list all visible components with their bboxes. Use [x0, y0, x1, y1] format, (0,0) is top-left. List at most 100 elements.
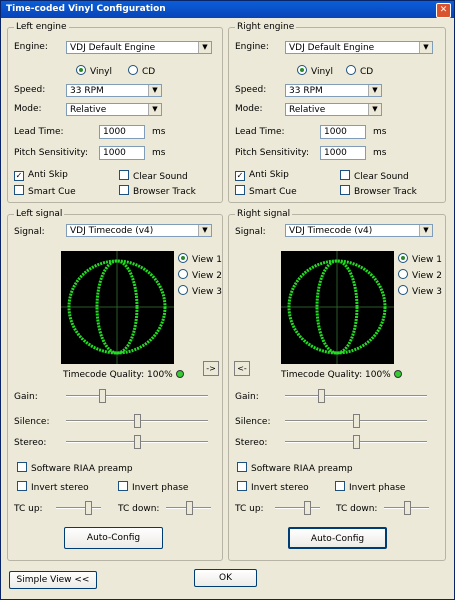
chevron-down-icon[interactable]: ▼ [419, 42, 432, 53]
left-gain-label: Gain: [14, 392, 38, 402]
slider-thumb[interactable] [134, 414, 141, 428]
right-riaa-checkbox[interactable]: Software RIAA preamp [237, 462, 353, 475]
left-lead-time-input[interactable]: 1000 [99, 125, 145, 139]
left-pitch-label: Pitch Sensitivity: [14, 148, 89, 158]
right-invert-phase-checkbox[interactable]: Invert phase [335, 481, 405, 494]
left-view3-radio[interactable]: View 3 [178, 285, 222, 298]
ok-button[interactable]: OK [194, 569, 257, 587]
right-tc-up-slider[interactable] [275, 501, 320, 515]
right-speed-select[interactable]: 33 RPM ▼ [285, 84, 382, 97]
copy-right-to-left-button[interactable]: <- [234, 361, 250, 376]
right-tc-down-slider[interactable] [384, 501, 429, 515]
right-lead-time-label: Lead Time: [235, 127, 285, 137]
right-engine-select[interactable]: VDJ Default Engine ▼ [285, 41, 433, 54]
left-stereo-slider[interactable] [66, 435, 208, 449]
right-smart-cue-checkbox[interactable]: Smart Cue [235, 185, 297, 198]
right-tc-down-label: TC down: [336, 504, 378, 514]
right-silence-label: Silence: [235, 417, 271, 427]
right-view2-label: View 2 [412, 271, 442, 281]
left-view1-label: View 1 [192, 255, 222, 265]
left-timecode-scope [61, 251, 174, 364]
right-speed-value: 33 RPM [289, 86, 323, 96]
left-gain-slider[interactable] [66, 389, 208, 403]
left-mode-value: Relative [70, 105, 107, 115]
left-tc-down-slider[interactable] [166, 501, 211, 515]
right-cd-radio[interactable]: CD [346, 65, 373, 78]
left-signal-select[interactable]: VDJ Timecode (v4) ▼ [66, 224, 212, 237]
right-anti-skip-checkbox[interactable]: ✓ Anti Skip [235, 170, 289, 181]
slider-thumb[interactable] [185, 501, 193, 515]
left-silence-slider[interactable] [66, 414, 208, 428]
right-invert-stereo-checkbox[interactable]: Invert stereo [237, 481, 309, 494]
left-engine-title: Left engine [14, 22, 69, 32]
left-lead-time-label: Lead Time: [14, 127, 64, 137]
left-quality-text: Timecode Quality: 100% [63, 370, 173, 380]
right-lead-time-input[interactable]: 1000 [320, 125, 366, 139]
left-pitch-unit: ms [152, 148, 166, 158]
checkbox-box [235, 185, 245, 195]
right-gain-slider[interactable] [285, 389, 427, 403]
left-anti-skip-checkbox[interactable]: ✓ Anti Skip [14, 170, 68, 181]
slider-thumb[interactable] [317, 389, 325, 403]
left-tc-up-slider[interactable] [56, 501, 101, 515]
right-signal-select[interactable]: VDJ Timecode (v4) ▼ [285, 224, 433, 237]
left-vinyl-label: Vinyl [90, 67, 112, 77]
radio-dot [398, 253, 408, 263]
left-scope-graph [61, 251, 174, 364]
left-vinyl-radio[interactable]: Vinyl [76, 65, 112, 78]
right-stereo-slider[interactable] [285, 435, 427, 449]
slider-thumb[interactable] [84, 501, 92, 515]
left-view2-radio[interactable]: View 2 [178, 269, 222, 282]
radio-dot [76, 65, 86, 75]
right-vinyl-radio[interactable]: Vinyl [297, 65, 333, 78]
left-view1-radio[interactable]: View 1 [178, 253, 222, 266]
right-engine-title: Right engine [235, 22, 297, 32]
right-scope-graph [281, 251, 394, 364]
right-silence-slider[interactable] [285, 414, 427, 428]
slider-thumb[interactable] [134, 435, 141, 449]
slider-thumb[interactable] [353, 414, 360, 428]
left-engine-select[interactable]: VDJ Default Engine ▼ [66, 41, 212, 54]
chevron-down-icon[interactable]: ▼ [148, 104, 161, 115]
config-window: Time-coded Vinyl Configuration ✕ Left en… [0, 0, 455, 600]
right-riaa-label: Software RIAA preamp [251, 464, 353, 474]
left-riaa-checkbox[interactable]: Software RIAA preamp [17, 462, 133, 475]
right-view3-radio[interactable]: View 3 [398, 285, 442, 298]
slider-thumb[interactable] [353, 435, 360, 449]
left-smart-cue-checkbox[interactable]: Smart Cue [14, 185, 76, 198]
left-silence-label: Silence: [14, 417, 50, 427]
left-speed-label: Speed: [14, 85, 46, 95]
chevron-down-icon[interactable]: ▼ [198, 42, 211, 53]
left-auto-config-button[interactable]: Auto-Config [64, 527, 163, 549]
left-speed-select[interactable]: 33 RPM ▼ [66, 84, 162, 97]
right-auto-config-button[interactable]: Auto-Config [288, 527, 387, 549]
chevron-down-icon[interactable]: ▼ [419, 225, 432, 236]
simple-view-button[interactable]: Simple View << [9, 571, 97, 589]
chevron-down-icon[interactable]: ▼ [368, 85, 381, 96]
copy-left-to-right-button[interactable]: -> [203, 361, 219, 376]
right-mode-select[interactable]: Relative ▼ [285, 103, 382, 116]
left-invert-stereo-checkbox[interactable]: Invert stereo [17, 481, 89, 494]
right-clear-sound-checkbox[interactable]: Clear Sound [340, 170, 409, 183]
slider-thumb[interactable] [98, 389, 106, 403]
close-icon[interactable]: ✕ [436, 3, 451, 18]
checkbox-box [119, 170, 129, 180]
chevron-down-icon[interactable]: ▼ [148, 85, 161, 96]
chevron-down-icon[interactable]: ▼ [368, 104, 381, 115]
left-clear-sound-checkbox[interactable]: Clear Sound [119, 170, 188, 183]
slider-track [56, 507, 101, 509]
left-browser-track-checkbox[interactable]: Browser Track [119, 185, 196, 198]
right-browser-track-checkbox[interactable]: Browser Track [340, 185, 417, 198]
checkbox-box [340, 185, 350, 195]
left-mode-select[interactable]: Relative ▼ [66, 103, 162, 116]
right-view1-radio[interactable]: View 1 [398, 253, 442, 266]
slider-thumb[interactable] [303, 501, 311, 515]
signal-ok-icon [393, 370, 402, 378]
chevron-down-icon[interactable]: ▼ [198, 225, 211, 236]
right-pitch-input[interactable]: 1000 [320, 146, 366, 160]
slider-thumb[interactable] [403, 501, 411, 515]
left-cd-radio[interactable]: CD [128, 65, 155, 78]
left-pitch-input[interactable]: 1000 [99, 146, 145, 160]
left-invert-phase-checkbox[interactable]: Invert phase [118, 481, 188, 494]
right-view2-radio[interactable]: View 2 [398, 269, 442, 282]
